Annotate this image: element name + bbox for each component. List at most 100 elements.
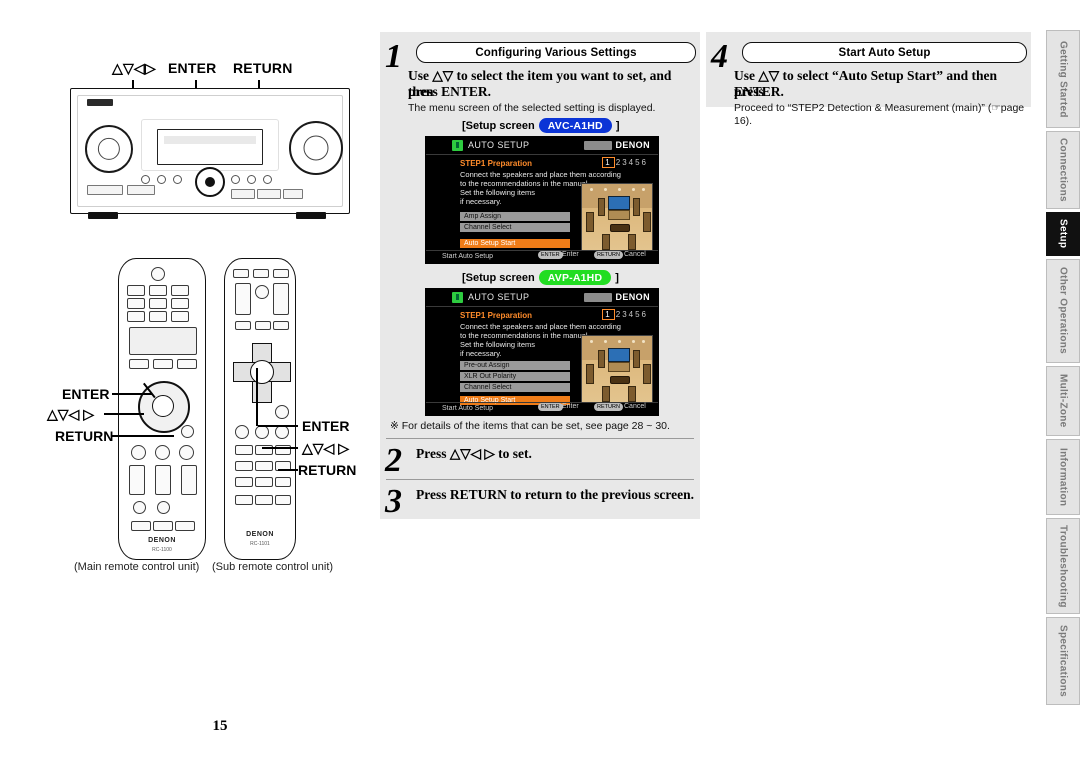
osd-menu-item-amp-assign[interactable]: Amp Assign — [460, 212, 570, 221]
sidebar-tab-specifications[interactable]: Specifications — [1046, 617, 1080, 705]
osd-body-line-1-4: if necessary. — [460, 197, 502, 206]
section-tabs-sidebar: Getting Started Connections Setup Other … — [1046, 30, 1080, 708]
osd-header-2: AUTO SETUP DENON — [426, 289, 658, 307]
panel-strip-1 — [87, 185, 123, 195]
leader-sub-return — [278, 469, 298, 471]
callout-label-enter: ENTER — [168, 60, 217, 76]
subwoofer-1 — [610, 224, 630, 232]
footnote: ※ For details of the items that can be s… — [390, 420, 670, 432]
surround-right-speaker-2 — [643, 364, 651, 384]
remote-key-lower-g — [133, 501, 146, 514]
speaker-layout-diagram-2 — [581, 335, 653, 403]
osd-cancel-keycap-1: RETURN — [594, 251, 623, 259]
remote-key-row4-b — [153, 359, 173, 369]
setup-screen-prefix-1: [Setup screen — [462, 119, 535, 132]
osd-menu-item-pre-out-assign[interactable]: Pre-out Assign — [460, 361, 570, 370]
remote-key-row1-c — [171, 285, 189, 296]
step-3-number: 3 — [385, 483, 402, 520]
sub-remote-key-t — [255, 495, 273, 505]
remote-key-lower-c — [179, 445, 194, 460]
osd-body-line-2-4: if necessary. — [460, 349, 502, 358]
osd-step-active-2: 1 — [602, 309, 615, 320]
setup-screen-prefix-2: [Setup screen — [462, 271, 535, 284]
step-1-banner-label: Configuring Various Settings — [475, 46, 637, 59]
osd-step-active-1: 1 — [602, 157, 615, 168]
leader-sub-enter-diag — [256, 368, 258, 426]
main-remote-brand: DENON — [148, 537, 176, 544]
front-panel-callouts: △▽◁▷ ENTER RETURN — [0, 58, 370, 82]
setup-screen-label-1: [Setup screen AVC-A1HD ] — [462, 118, 620, 133]
step-4-banner: Start Auto Setup — [742, 42, 1027, 63]
sub-remote-key-r — [275, 477, 291, 487]
osd-step-title-2: STEP1 Preparation — [460, 311, 533, 320]
hardware-illustration-panel: △▽◁▷ ENTER RETURN DENON RC-1100 DENON RC… — [0, 0, 380, 600]
remote-key-row3-a — [127, 311, 145, 322]
surround-left-speaker-1 — [586, 212, 594, 232]
sidebar-tab-multi-zone[interactable]: Multi-Zone — [1046, 366, 1080, 436]
speaker-layout-diagram-1 — [581, 183, 653, 251]
front-left-speaker-2 — [598, 350, 605, 368]
remote-key-row2-a — [127, 298, 145, 309]
remote-key-lower-e — [155, 465, 171, 495]
divider-step-2 — [386, 438, 694, 439]
ceiling-dot-2-2 — [604, 340, 607, 343]
tv-screen-1 — [608, 196, 630, 210]
osd-menu-item-channel-select-2[interactable]: Channel Select — [460, 383, 570, 392]
audyssey-logo-icon-2 — [584, 293, 612, 302]
cursor-pad — [195, 167, 225, 197]
surround-right-speaker-1 — [643, 212, 651, 232]
panel-button-4 — [231, 175, 240, 184]
step-4-banner-label: Start Auto Setup — [838, 46, 931, 59]
audyssey-logo-icon — [584, 141, 612, 150]
leader-main-enter — [112, 393, 152, 395]
sidebar-tab-troubleshooting[interactable]: Troubleshooting — [1046, 518, 1080, 614]
osd-menu-item-auto-setup-start[interactable]: Auto Setup Start — [460, 239, 570, 248]
osd-header-title-1: AUTO SETUP — [468, 140, 530, 150]
osd-enter-label-1: Enter — [562, 251, 579, 258]
remote-key-row3-c — [171, 311, 189, 322]
sidebar-tab-other-operations[interactable]: Other Operations — [1046, 259, 1080, 363]
receiver-feet — [70, 212, 348, 222]
remote-key-lower-a — [131, 445, 146, 460]
osd-menu-item-channel-select[interactable]: Channel Select — [460, 223, 570, 232]
sub-remote-key-n — [255, 461, 273, 471]
sub-remote-key-d — [235, 321, 251, 330]
sub-remote-callout-arrows: △▽◁ ▷ — [302, 440, 349, 456]
setup-screen-label-2: [Setup screen AVP-A1HD ] — [462, 270, 619, 285]
sub-remote-key-e — [255, 321, 271, 330]
volume-knob-left — [85, 125, 133, 173]
sub-remote-key-c — [273, 269, 289, 278]
sub-remote-caption: (Sub remote control unit) — [212, 561, 334, 573]
sidebar-tab-information[interactable]: Information — [1046, 439, 1080, 515]
equipment-rack-2 — [608, 362, 630, 372]
ceiling-dot-2-1 — [590, 340, 593, 343]
sub-remote-volume-up-right — [273, 283, 289, 315]
ceiling-dot-2-4 — [632, 340, 635, 343]
sub-remote-key-b — [253, 269, 269, 278]
osd-menu-item-xlr-out-polarity[interactable]: XLR Out Polarity — [460, 372, 570, 381]
leader-sub-enter — [258, 425, 298, 427]
remote-key-bottom-c — [175, 521, 195, 531]
main-remote-callout-arrows: △▽◁ ▷ — [47, 406, 94, 422]
front-left-speaker-1 — [598, 198, 605, 216]
setup-screen-suffix-2: ] — [615, 271, 619, 284]
remote-key-bottom-a — [131, 521, 151, 531]
sidebar-tab-getting-started[interactable]: Getting Started — [1046, 30, 1080, 128]
panel-strip-3 — [231, 189, 255, 199]
volume-knob-right — [289, 121, 343, 175]
leader-main-arrows — [104, 413, 144, 415]
step-panel-center: 1 Configuring Various Settings Use △▽ to… — [380, 32, 700, 519]
panel-button-1 — [141, 175, 150, 184]
leader-main-return — [112, 435, 174, 437]
sub-remote-key-m — [235, 461, 253, 471]
sidebar-tab-setup[interactable]: Setup — [1046, 212, 1080, 256]
main-remote-control-unit: DENON RC-1100 — [118, 258, 206, 560]
sub-remote-key-u — [275, 495, 291, 505]
sub-remote-control-unit: DENON RC-1101 — [224, 258, 296, 560]
sidebar-tab-connections[interactable]: Connections — [1046, 131, 1080, 209]
osd-enter-keycap-1: ENTER — [538, 251, 563, 259]
remote-key-lower-h — [157, 501, 170, 514]
ceiling-dot-2-3 — [618, 340, 621, 343]
receiver-brand-logo — [87, 99, 113, 106]
step-4-note-line2: 16). — [734, 115, 753, 127]
